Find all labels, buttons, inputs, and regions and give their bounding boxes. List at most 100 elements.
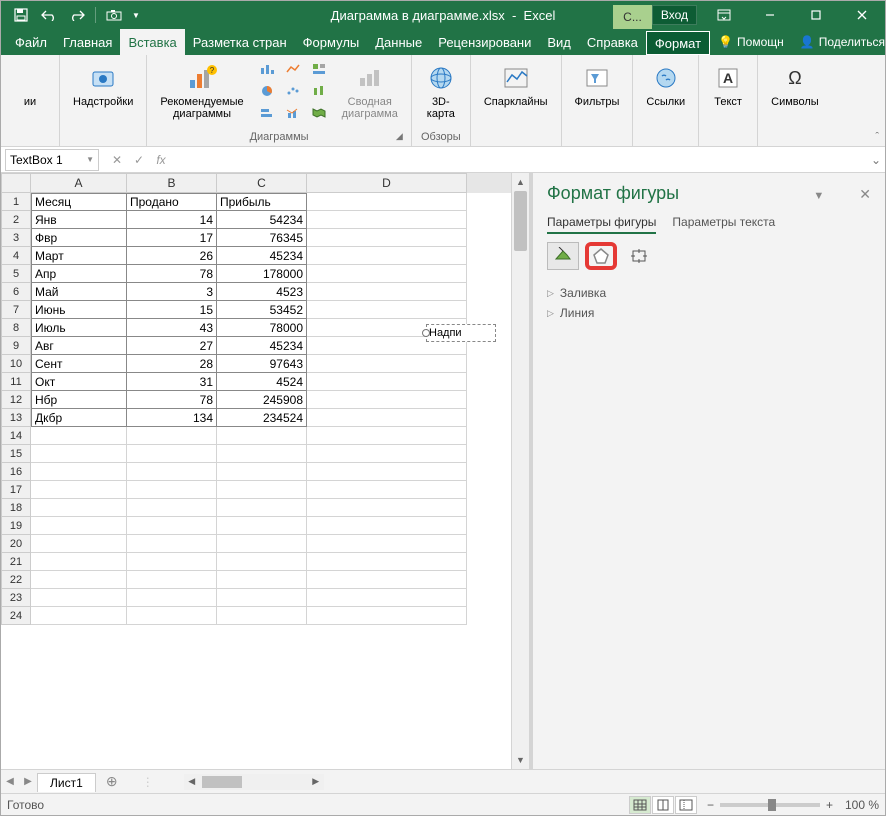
cell[interactable]: 4523 bbox=[217, 283, 307, 301]
ribbon-options-icon[interactable] bbox=[701, 1, 747, 29]
map-chart-icon[interactable] bbox=[307, 103, 331, 123]
fill-section[interactable]: ▷Заливка bbox=[547, 286, 871, 300]
cell[interactable]: 45234 bbox=[217, 247, 307, 265]
text-button[interactable]: A Текст bbox=[707, 59, 749, 111]
line-chart-icon[interactable] bbox=[281, 59, 305, 79]
row-header[interactable]: 10 bbox=[1, 355, 31, 373]
cell[interactable] bbox=[307, 445, 467, 463]
row-header[interactable]: 23 bbox=[1, 589, 31, 607]
cell[interactable]: Июль bbox=[31, 319, 127, 337]
row-header[interactable]: 5 bbox=[1, 265, 31, 283]
cell[interactable]: 4524 bbox=[217, 373, 307, 391]
col-header-a[interactable]: A bbox=[31, 173, 127, 193]
fx-icon[interactable]: fx bbox=[151, 150, 171, 170]
cell[interactable]: 78000 bbox=[217, 319, 307, 337]
row-header[interactable]: 14 bbox=[1, 427, 31, 445]
bar-chart-icon[interactable] bbox=[255, 103, 279, 123]
cell[interactable]: 78 bbox=[127, 265, 217, 283]
maximize-icon[interactable] bbox=[793, 1, 839, 29]
cell[interactable] bbox=[217, 517, 307, 535]
cell[interactable] bbox=[307, 283, 467, 301]
tab-nav-next-icon[interactable]: ▶ bbox=[19, 776, 37, 787]
charts-dialog-launcher[interactable]: ◢ bbox=[396, 131, 408, 143]
cell[interactable] bbox=[217, 445, 307, 463]
scatter-chart-icon[interactable] bbox=[281, 81, 305, 101]
cell[interactable]: Месяц bbox=[31, 193, 127, 211]
row-header[interactable]: 2 bbox=[1, 211, 31, 229]
line-section[interactable]: ▷Линия bbox=[547, 306, 871, 320]
cell[interactable]: 245908 bbox=[217, 391, 307, 409]
cell[interactable]: 43 bbox=[127, 319, 217, 337]
cell[interactable] bbox=[307, 607, 467, 625]
text-options-tab[interactable]: Параметры текста bbox=[672, 212, 775, 234]
cell[interactable] bbox=[217, 607, 307, 625]
tab-help[interactable]: Справка bbox=[579, 29, 646, 55]
cell[interactable] bbox=[307, 499, 467, 517]
cell[interactable]: Продано bbox=[127, 193, 217, 211]
row-header[interactable]: 18 bbox=[1, 499, 31, 517]
col-header-d[interactable]: D bbox=[307, 173, 467, 193]
cell[interactable] bbox=[307, 265, 467, 283]
tab-view[interactable]: Вид bbox=[539, 29, 579, 55]
row-header[interactable]: 1 bbox=[1, 193, 31, 211]
cell[interactable] bbox=[31, 517, 127, 535]
cell[interactable]: 134 bbox=[127, 409, 217, 427]
share-button[interactable]: 👤Поделиться bbox=[792, 35, 886, 49]
cell[interactable]: Прибыль bbox=[217, 193, 307, 211]
expand-formula-icon[interactable]: ⌄ bbox=[867, 153, 885, 167]
cell[interactable] bbox=[307, 355, 467, 373]
row-header[interactable]: 20 bbox=[1, 535, 31, 553]
cell[interactable] bbox=[307, 301, 467, 319]
vertical-scrollbar[interactable]: ▲ ▼ bbox=[511, 173, 529, 769]
cell[interactable]: 15 bbox=[127, 301, 217, 319]
pane-options-icon[interactable]: ▼ bbox=[813, 190, 824, 202]
combo-chart-icon[interactable] bbox=[281, 103, 305, 123]
cell[interactable]: 234524 bbox=[217, 409, 307, 427]
cell[interactable] bbox=[31, 499, 127, 517]
cell[interactable]: Апр bbox=[31, 265, 127, 283]
cell[interactable] bbox=[307, 247, 467, 265]
cell[interactable]: 17 bbox=[127, 229, 217, 247]
cell[interactable] bbox=[127, 427, 217, 445]
tab-nav-prev-icon[interactable]: ◀ bbox=[1, 776, 19, 787]
cell[interactable] bbox=[31, 535, 127, 553]
row-header[interactable]: 22 bbox=[1, 571, 31, 589]
row-header[interactable]: 16 bbox=[1, 463, 31, 481]
cell[interactable] bbox=[307, 463, 467, 481]
ribbon-prev[interactable]: ии bbox=[9, 59, 51, 111]
cell[interactable] bbox=[307, 535, 467, 553]
worksheet[interactable]: A B C D 1МесяцПроданоПрибыль2Янв14542343… bbox=[1, 173, 511, 769]
row-header[interactable]: 9 bbox=[1, 337, 31, 355]
cell[interactable] bbox=[307, 553, 467, 571]
collapse-ribbon-icon[interactable]: ˆ bbox=[875, 131, 879, 143]
cell[interactable]: Март bbox=[31, 247, 127, 265]
column-chart-icon[interactable] bbox=[255, 59, 279, 79]
cell[interactable] bbox=[307, 589, 467, 607]
cell[interactable]: 97643 bbox=[217, 355, 307, 373]
qat-dropdown-icon[interactable]: ▼ bbox=[130, 3, 142, 27]
cell[interactable] bbox=[307, 391, 467, 409]
row-header[interactable]: 11 bbox=[1, 373, 31, 391]
row-header[interactable]: 6 bbox=[1, 283, 31, 301]
cell[interactable] bbox=[127, 607, 217, 625]
row-header[interactable]: 21 bbox=[1, 553, 31, 571]
sparklines-button[interactable]: Спарклайны bbox=[479, 59, 553, 111]
cell[interactable] bbox=[127, 445, 217, 463]
row-header[interactable]: 24 bbox=[1, 607, 31, 625]
cell[interactable]: 27 bbox=[127, 337, 217, 355]
cell[interactable]: 45234 bbox=[217, 337, 307, 355]
cell[interactable]: 178000 bbox=[217, 265, 307, 283]
cell[interactable]: 78 bbox=[127, 391, 217, 409]
row-header[interactable]: 8 bbox=[1, 319, 31, 337]
hierarchy-chart-icon[interactable] bbox=[307, 59, 331, 79]
scroll-down-icon[interactable]: ▼ bbox=[512, 751, 529, 769]
page-break-view-icon[interactable] bbox=[675, 796, 697, 814]
cell[interactable] bbox=[307, 229, 467, 247]
cell[interactable]: Дкбр bbox=[31, 409, 127, 427]
cell[interactable] bbox=[217, 481, 307, 499]
cell[interactable] bbox=[127, 517, 217, 535]
cell[interactable] bbox=[31, 589, 127, 607]
tab-page-layout[interactable]: Разметка стран bbox=[185, 29, 295, 55]
cell[interactable] bbox=[217, 589, 307, 607]
cell[interactable] bbox=[307, 373, 467, 391]
